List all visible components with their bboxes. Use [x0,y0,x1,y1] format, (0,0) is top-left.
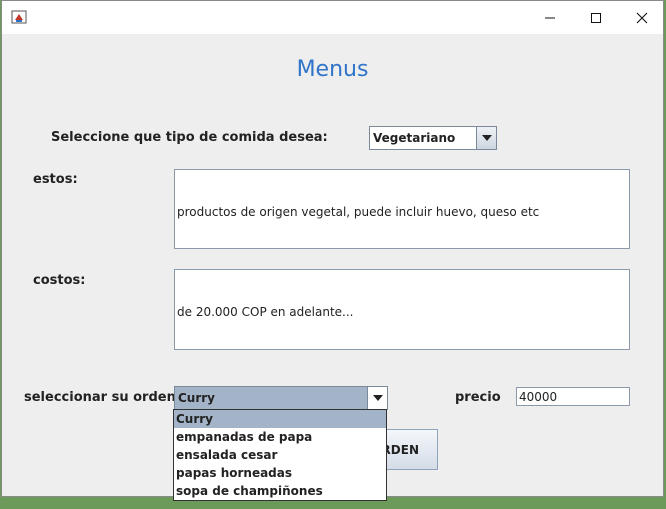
order-dropdown-button[interactable] [367,387,387,409]
minimize-button[interactable] [527,1,573,34]
price-value: 40000 [519,390,558,404]
order-select[interactable]: Curry [174,386,388,410]
order-option[interactable]: sopa de champiñones [174,482,386,500]
description-text: productos de origen vegetal, puede inclu… [177,205,540,219]
order-option[interactable]: ensalada cesar [174,446,386,464]
price-label: precio [455,390,501,405]
chevron-down-icon [372,395,383,401]
page-title: Menus [296,57,369,82]
price-field[interactable]: 40000 [516,387,630,406]
close-button[interactable] [619,1,665,34]
costs-label: costos: [33,273,86,288]
costs-text: de 20.000 COP en adelante... [177,305,354,319]
maximize-icon [591,12,601,23]
food-type-label: Seleccione que tipo de comida desea: [51,130,328,145]
maximize-button[interactable] [573,1,619,34]
order-option[interactable]: empanadas de papa [174,428,386,446]
order-dropdown-list: Curry empanadas de papa ensalada cesar p… [173,409,387,501]
order-option[interactable]: Curry [174,410,386,428]
title-bar [2,1,663,34]
description-textarea[interactable]: productos de origen vegetal, puede inclu… [174,169,630,249]
java-app-icon [11,10,27,24]
food-type-dropdown-button[interactable] [476,127,496,149]
order-option[interactable]: papas horneadas [174,464,386,482]
close-icon [636,12,648,23]
minimize-icon [545,17,555,18]
order-value: Curry [178,391,216,405]
food-type-select[interactable]: Vegetariano [369,126,497,150]
costs-textarea[interactable]: de 20.000 COP en adelante... [174,269,630,350]
food-type-value: Vegetariano [373,131,456,145]
description-label: estos: [33,172,78,187]
order-label: seleccionar su orden [24,390,176,405]
chevron-down-icon [481,135,492,141]
